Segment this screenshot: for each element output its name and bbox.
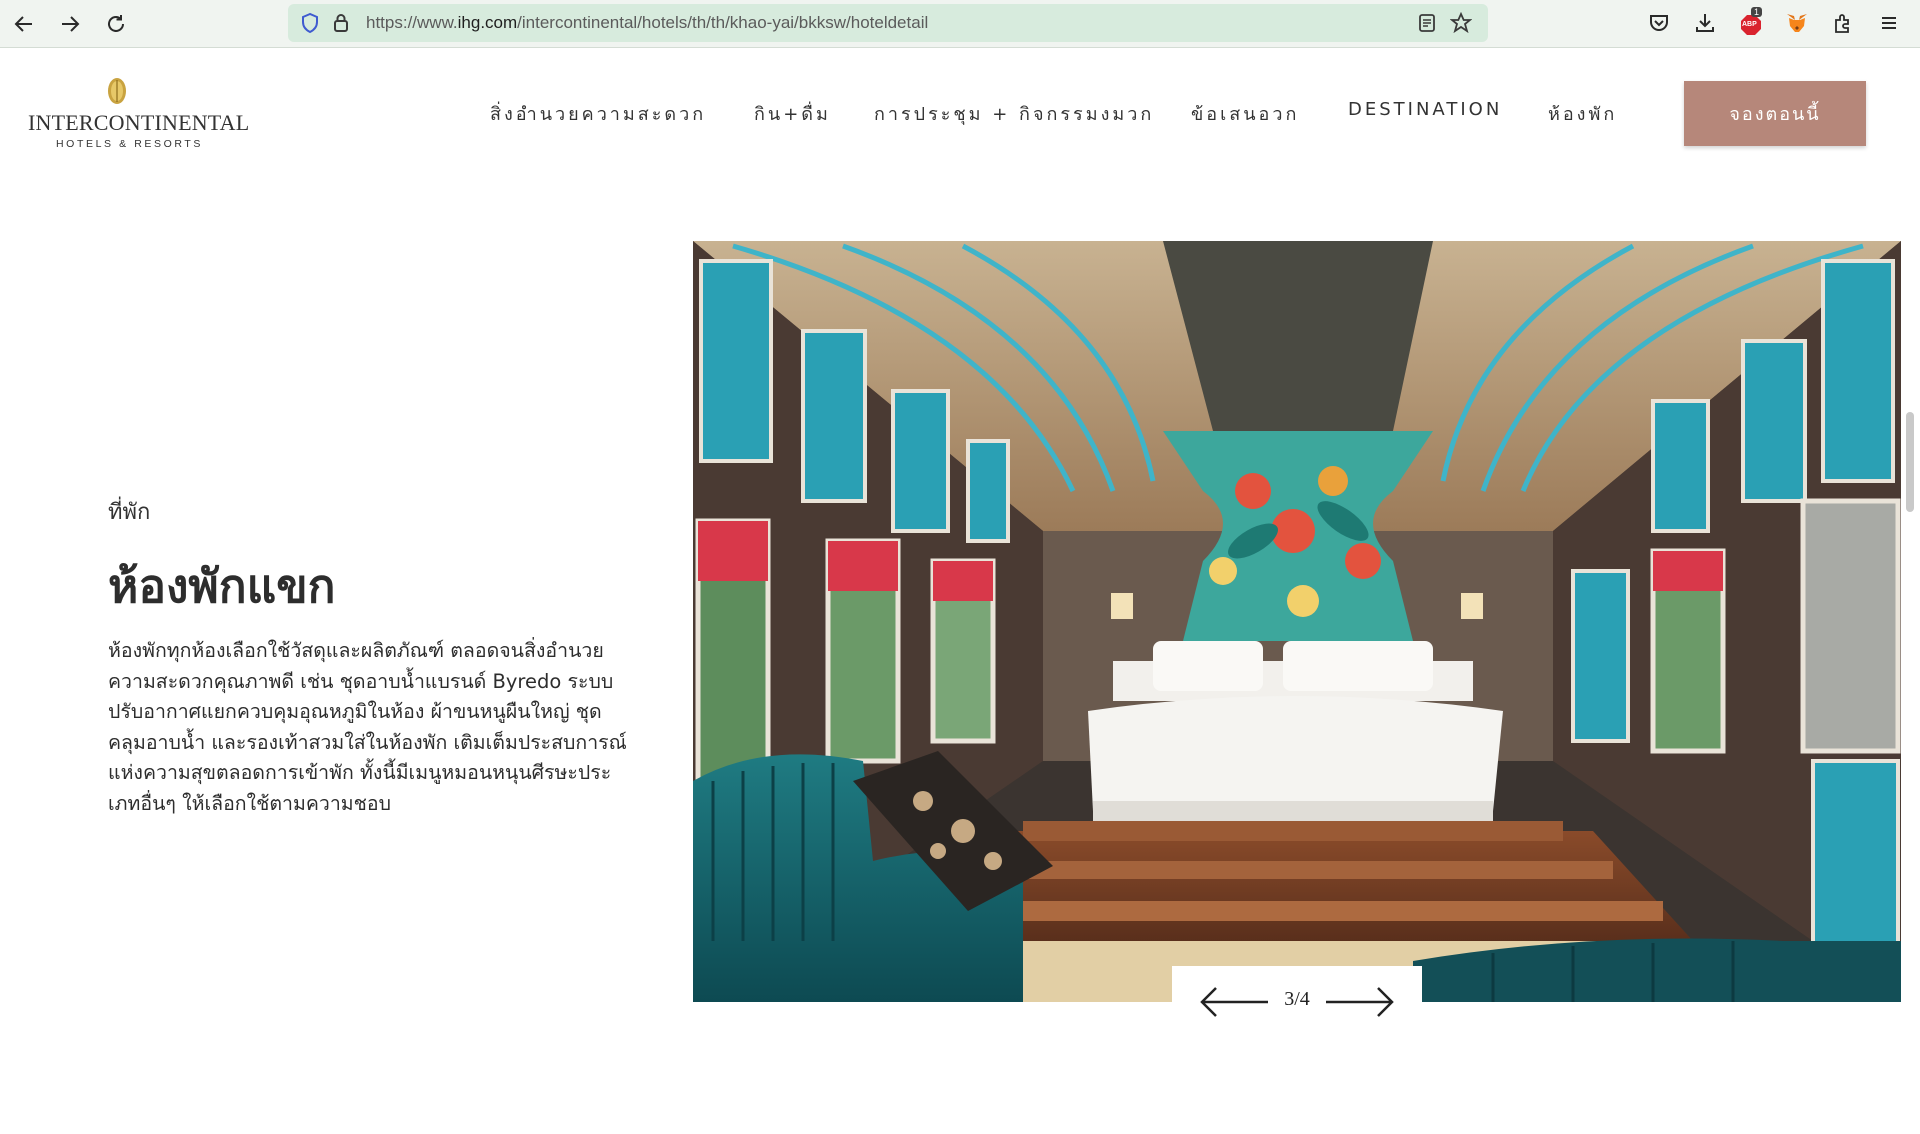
- metamask-fox-icon[interactable]: [1784, 10, 1810, 36]
- back-arrow-icon[interactable]: [10, 10, 38, 38]
- nav-item-offers[interactable]: ข้อเสนอวก: [1191, 99, 1299, 128]
- carousel-pager: 3/4: [1172, 966, 1422, 1038]
- reader-view-icon[interactable]: [1418, 13, 1436, 37]
- nav-item-amenities[interactable]: สิ่งอำนวยความสะดวก: [490, 99, 706, 128]
- downloads-icon[interactable]: [1692, 10, 1718, 36]
- extensions-puzzle-icon[interactable]: [1830, 10, 1856, 36]
- bookmark-star-icon[interactable]: [1449, 11, 1473, 38]
- nav-item-meetings-events[interactable]: การประชุม + กิจกรรมงมวก: [874, 99, 1154, 128]
- section-eyebrow: ที่พัก: [108, 500, 151, 525]
- nav-item-rooms[interactable]: ห้องพัก: [1548, 99, 1617, 128]
- intercontinental-logo[interactable]: INTERCONTINENTAL HOTELS & RESORTS: [28, 76, 249, 152]
- adblock-label: ABP: [1742, 21, 1757, 28]
- adblock-badge: 1: [1751, 7, 1763, 17]
- browser-toolbar: https://www.ihg.com/intercontinental/hot…: [0, 0, 1920, 48]
- site-header: INTERCONTINENTAL HOTELS & RESORTS สิ่งอำ…: [0, 49, 1920, 177]
- logo-brand-text: INTERCONTINENTAL: [28, 110, 250, 135]
- room-title: ห้องพักแขก: [108, 559, 336, 613]
- reload-icon[interactable]: [102, 10, 130, 38]
- adblock-extension-icon[interactable]: ABP 1: [1738, 7, 1764, 36]
- shield-icon[interactable]: [300, 12, 320, 38]
- page-scrollbar-thumb[interactable]: [1906, 412, 1914, 512]
- forward-arrow-icon[interactable]: [56, 10, 84, 38]
- next-slide-arrow-icon[interactable]: [1324, 984, 1396, 1020]
- nav-item-destination[interactable]: DESTINATION: [1348, 99, 1502, 120]
- nav-item-dining[interactable]: กิน+ดื่ม: [754, 99, 831, 128]
- book-now-button[interactable]: จองตอนนี้: [1684, 81, 1866, 146]
- lock-icon[interactable]: [332, 12, 350, 38]
- pocket-icon[interactable]: [1646, 10, 1672, 36]
- logo-subtitle: HOTELS & RESORTS: [56, 138, 204, 150]
- menu-hamburger-icon[interactable]: [1876, 10, 1902, 36]
- room-photo: [693, 241, 1901, 1002]
- address-bar[interactable]: https://www.ihg.com/intercontinental/hot…: [288, 4, 1488, 42]
- room-description: ห้องพักทุกห้องเลือกใช้วัสดุและผลิตภัณฑ์ …: [108, 639, 627, 815]
- leaf-emblem-icon: [106, 76, 128, 106]
- url-text[interactable]: https://www.ihg.com/intercontinental/hot…: [366, 13, 928, 33]
